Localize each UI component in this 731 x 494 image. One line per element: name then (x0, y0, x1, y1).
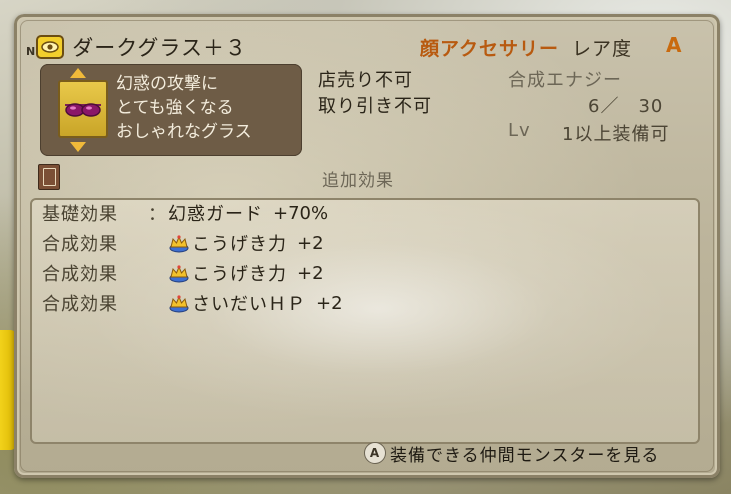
item-category: 顔アクセサリー (420, 38, 560, 60)
arrow-up-icon[interactable] (70, 68, 86, 78)
rarity-value: A (666, 33, 682, 57)
effect-label: 基礎効果 (42, 204, 118, 225)
effect-name: さいだいＨＰ (192, 294, 306, 315)
effect-value: +2 (297, 262, 324, 284)
a-button-icon: A (364, 442, 386, 464)
effect-value: +2 (316, 292, 343, 314)
effect-label: 合成効果 (42, 234, 118, 255)
description-line: おしゃれなグラス (116, 122, 252, 142)
effect-value: +70% (273, 202, 329, 224)
effect-name: こうげき力 (192, 264, 287, 285)
effect-label: 合成効果 (42, 264, 118, 285)
sell-status: 店売り不可 (318, 70, 413, 91)
effect-name: 幻惑ガード (168, 204, 263, 225)
item-title-row: N ダークグラス＋３ (26, 32, 247, 62)
effect-row: 合成効果 こうげき力 +2 (42, 230, 324, 256)
item-detail-panel: N ダークグラス＋３ 顔アクセサリー レア度 A 幻惑の攻撃に とても強くなる (14, 14, 720, 478)
effect-row: 基礎効果 ： 幻惑ガード +70% (42, 200, 328, 226)
description-line: とても強くなる (116, 98, 234, 118)
arrow-down-icon[interactable] (70, 142, 86, 152)
rarity-label: レア度 (572, 38, 633, 60)
effect-separator: ： (148, 204, 166, 225)
effect-label: 合成効果 (42, 294, 118, 315)
dark-glasses-icon (58, 80, 108, 138)
level-label: Lv (508, 120, 531, 141)
item-name: ダークグラス＋３ (72, 36, 247, 60)
effect-row: 合成効果 こうげき力 +2 (42, 260, 324, 286)
level-requirement: 1以上装備可 (562, 124, 670, 145)
accessory-eye-icon (36, 35, 65, 59)
crown-icon (169, 295, 189, 313)
effect-value: +2 (297, 232, 324, 254)
item-description-box: 幻惑の攻撃に とても強くなる おしゃれなグラス (40, 64, 302, 156)
rank-mark: N (26, 44, 36, 58)
item-description: 幻惑の攻撃に とても強くなる おしゃれなグラス (116, 72, 300, 144)
synth-energy-label: 合成エナジー (508, 70, 622, 91)
book-icon[interactable] (38, 164, 60, 190)
effect-row: 合成効果 さいだいＨＰ +2 (42, 290, 343, 316)
crown-icon (169, 235, 189, 253)
effect-name: こうげき力 (192, 234, 287, 255)
view-monsters-action[interactable]: A 装備できる仲間モンスターを見る (364, 440, 659, 466)
view-monsters-label: 装備できる仲間モンスターを見る (390, 445, 660, 466)
trade-status: 取り引き不可 (318, 96, 432, 117)
crown-icon (169, 265, 189, 283)
section-title-extra-effects: 追加効果 (322, 171, 394, 191)
description-line: 幻惑の攻撃に (116, 74, 218, 94)
synth-energy-value: 6／ 30 (588, 96, 664, 117)
